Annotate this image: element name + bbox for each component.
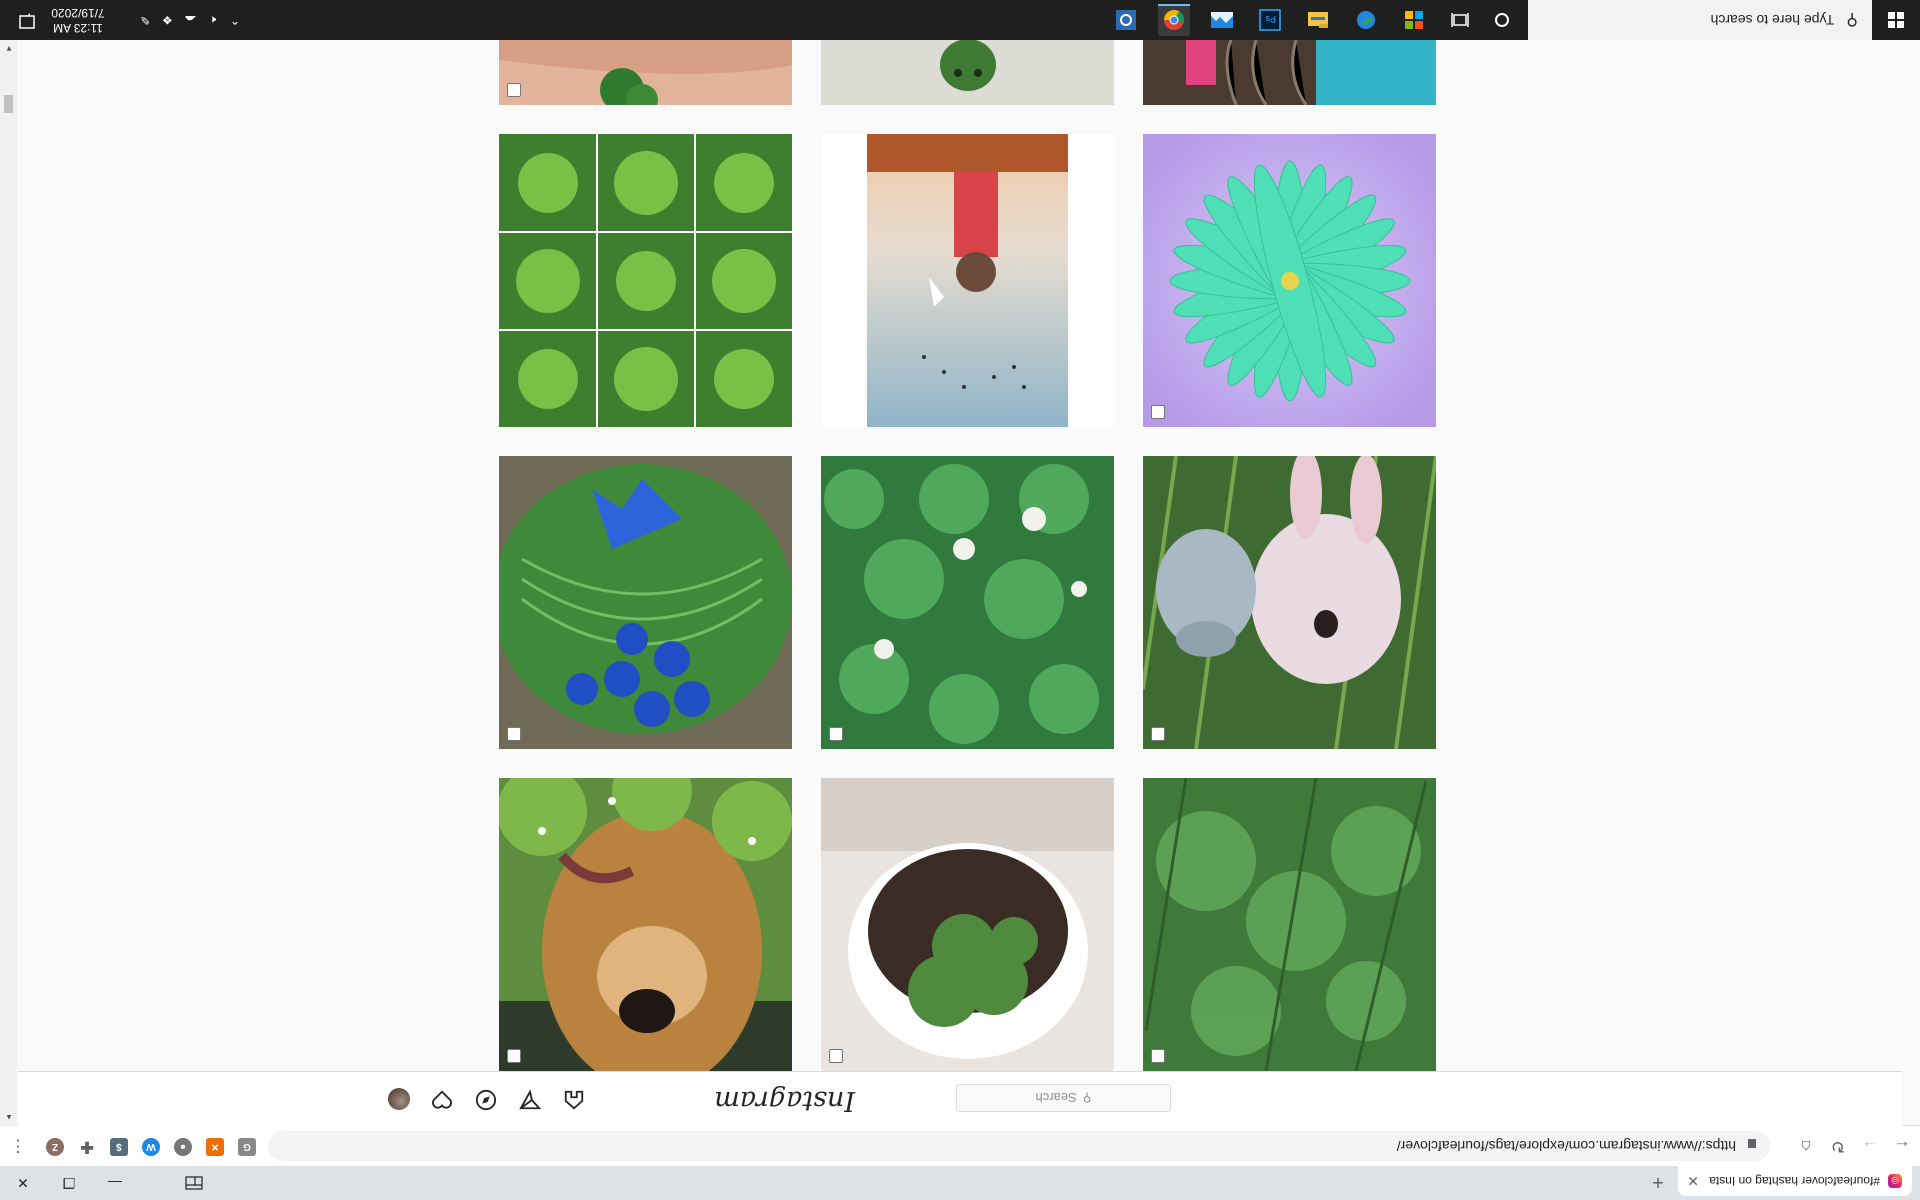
settings-app-icon[interactable] [1110,4,1142,36]
white-clover-photo [821,456,1114,749]
post-thumbnail[interactable] [821,134,1114,427]
cortana-icon[interactable] [1488,6,1516,34]
select-checkbox[interactable] [507,83,521,97]
select-checkbox[interactable] [829,727,843,741]
dropbox-icon[interactable]: ❖ [162,13,173,27]
select-checkbox[interactable] [1151,405,1165,419]
post-thumbnail[interactable] [1143,778,1436,1071]
select-checkbox[interactable] [507,727,521,741]
active-app-indicator [1158,4,1190,6]
search-icon: ⚲ [1846,11,1858,28]
green-figure-partial-photo [821,40,1114,105]
plush-bunny-photo [1143,456,1436,749]
select-checkbox[interactable] [829,1049,843,1063]
post-thumbnail[interactable] [499,40,792,105]
post-thumbnail[interactable] [821,456,1114,749]
page-scrollbar[interactable]: ▲ ▼ [0,40,17,1126]
post-thumbnail[interactable] [499,134,792,427]
screen: ◎ #fourleafclover hashtag on Insta ✕ + —… [0,0,1920,1200]
start-button[interactable] [1872,0,1920,40]
explore-photo-grid [0,0,1920,1200]
dog-photo [499,778,792,1071]
file-explorer-icon[interactable] [1302,4,1334,36]
post-thumbnail[interactable] [821,40,1114,105]
taskbar-search-box[interactable]: ⚲ Type here to search [1528,0,1872,40]
blue-flowers-photo [499,456,792,749]
post-thumbnail[interactable] [1143,456,1436,749]
post-thumbnail[interactable] [821,778,1114,1071]
windows-taskbar: ⚲ Type here to search Ps ⌃ 🔈︎ ☁︎ ❖ ✎ 11:… [0,0,1920,40]
system-tray: ⌃ 🔈︎ ☁︎ ❖ ✎ [140,0,240,40]
post-thumbnail[interactable] [499,456,792,749]
taskbar-clock[interactable]: 11:23 AM 7/19/2020 [44,5,112,35]
edge-icon[interactable] [1350,4,1382,36]
clover-hand-partial-photo [499,40,792,105]
volume-icon[interactable]: 🔈︎ [209,13,216,28]
clover-grass-photo [1143,778,1436,1071]
pen-ink-icon[interactable]: ✎ [140,13,150,27]
select-checkbox[interactable] [507,1049,521,1063]
hair-partial-photo [1143,40,1436,105]
post-thumbnail[interactable] [1143,134,1436,427]
girl-sky-photo [821,134,1114,427]
select-checkbox[interactable] [1151,727,1165,741]
photos-app-icon[interactable] [1206,4,1238,36]
action-center-icon[interactable] [18,12,36,30]
clover-collage-photo [499,134,792,427]
chrome-icon[interactable] [1158,4,1190,36]
select-checkbox[interactable] [1151,1049,1165,1063]
clock-time: 11:23 AM [53,21,103,35]
post-thumbnail[interactable] [1143,40,1436,105]
scroll-down-arrow-icon[interactable]: ▼ [5,44,13,53]
post-thumbnail[interactable] [499,778,792,1071]
microsoft-store-icon[interactable] [1398,4,1430,36]
photoshop-icon[interactable]: Ps [1254,4,1286,36]
task-view-icon[interactable] [1446,6,1474,34]
teal-flower-illustration [1143,134,1436,427]
svg-text:Ps: Ps [1265,14,1276,24]
plant-pot-photo [821,778,1114,1071]
show-hidden-icons-chevron-icon[interactable]: ⌃ [230,13,240,27]
taskbar-search-placeholder: Type here to search [1710,12,1835,28]
scroll-up-arrow-icon[interactable]: ▲ [5,1113,13,1122]
onedrive-cloud-icon[interactable]: ☁︎ [185,13,197,27]
clock-date: 7/19/2020 [51,6,105,20]
scrollbar-thumb[interactable] [4,95,13,113]
windows-logo-icon [1888,12,1904,28]
